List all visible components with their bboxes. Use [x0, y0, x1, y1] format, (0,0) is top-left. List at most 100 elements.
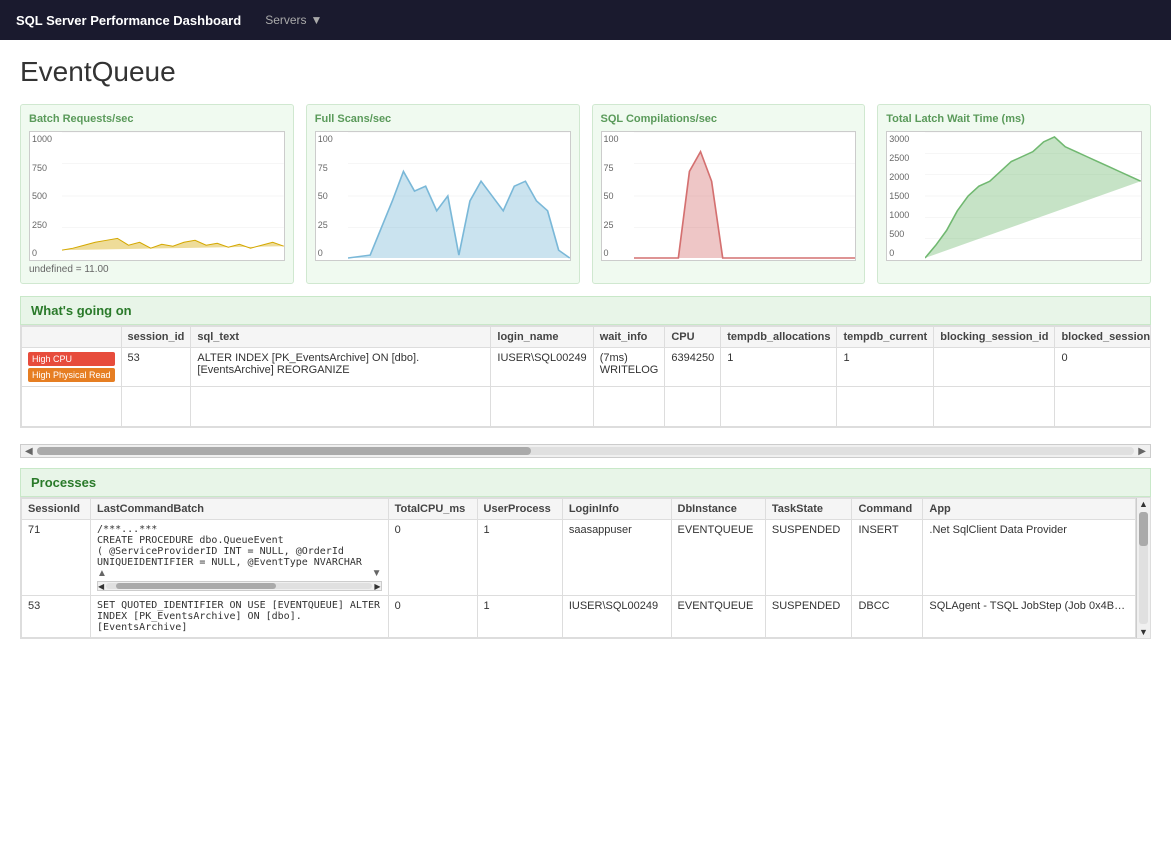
chart-svg-2: [348, 132, 570, 260]
inner-scroll-track: [106, 583, 372, 589]
table-empty-row: [22, 387, 1152, 427]
proc-col-dbinstance[interactable]: DbInstance: [671, 499, 765, 520]
col-header-tempdb-alloc[interactable]: tempdb_allocations: [721, 327, 837, 348]
chart-batch-area: 1000 750 500 250 0: [29, 131, 285, 261]
proc-col-taskstate[interactable]: TaskState: [765, 499, 852, 520]
proc-col-session[interactable]: SessionId: [22, 499, 91, 520]
proc-row1-session: 71: [22, 520, 91, 596]
whats-going-on-table-wrapper[interactable]: session_id sql_text login_name wait_info…: [20, 325, 1151, 428]
page-title: EventQueue: [20, 56, 1151, 88]
proc-col-login[interactable]: LoginInfo: [562, 499, 671, 520]
inner-scroll-thumb: [116, 583, 276, 589]
chart-sqlcomp-title: SQL Compilations/sec: [601, 113, 857, 125]
chart-latch-title: Total Latch Wait Time (ms): [886, 113, 1142, 125]
row-tempdb-current: 1: [837, 348, 934, 387]
proc-row1-db: EVENTQUEUE: [671, 520, 765, 596]
col-header-tempdb-current[interactable]: tempdb_current: [837, 327, 934, 348]
chevron-down-icon: ▼: [311, 13, 323, 27]
main-content: EventQueue Batch Requests/sec 1000 750 5…: [0, 40, 1171, 846]
row-badges: High CPU High Physical Read: [22, 348, 122, 387]
proc-row1-cmd: /***...*** CREATE PROCEDURE dbo.QueueEve…: [91, 520, 389, 596]
inner-scroll-bar[interactable]: ◀ ▶: [97, 581, 382, 591]
processes-row-1: 71 /***...*** CREATE PROCEDURE dbo.Queue…: [22, 520, 1136, 596]
proc-row2-app: SQLAgent - TSQL JobStep (Job 0x4BD071C2D…: [923, 596, 1136, 638]
app-title: SQL Server Performance Dashboard: [16, 13, 241, 28]
row-cpu: 6394250: [665, 348, 721, 387]
vscroll-track: [1139, 512, 1148, 624]
high-cpu-badge: High CPU: [28, 352, 115, 366]
down-arrow[interactable]: ▼: [372, 568, 382, 579]
chart-y-labels-3: 100 75 50 25 0: [602, 132, 634, 260]
proc-row2-cpu: 0: [388, 596, 477, 638]
processes-header: Processes: [20, 468, 1151, 497]
scroll-up-arrow[interactable]: ▲: [1137, 498, 1150, 510]
chart-fullscans-area: 100 75 50 25 0: [315, 131, 571, 261]
inner-scroll-left[interactable]: ◀: [98, 582, 104, 591]
servers-dropdown[interactable]: Servers ▼: [265, 13, 322, 27]
chart-latch-wait: Total Latch Wait Time (ms) 3000 2500 200…: [877, 104, 1151, 284]
proc-row2-taskstate: SUSPENDED: [765, 596, 852, 638]
scroll-down-arrow[interactable]: ▼: [1137, 626, 1150, 638]
row-session-id: 53: [121, 348, 191, 387]
proc-row1-taskstate: SUSPENDED: [765, 520, 852, 596]
processes-section: Processes ▲ ▼ SessionId LastCommandBatch…: [20, 468, 1151, 639]
proc-row2-db: EVENTQUEUE: [671, 596, 765, 638]
scroll-left-arrow[interactable]: ◀: [21, 446, 37, 457]
row-blocked: 0: [1055, 348, 1151, 387]
proc-col-userproc[interactable]: UserProcess: [477, 499, 562, 520]
col-header-wait-info[interactable]: wait_info: [593, 327, 665, 348]
proc-row1-login: saasappuser: [562, 520, 671, 596]
col-header-badge: [22, 327, 122, 348]
chart-batch-title: Batch Requests/sec: [29, 113, 285, 125]
high-physical-badge: High Physical Read: [28, 368, 115, 382]
proc-col-last-cmd[interactable]: LastCommandBatch: [91, 499, 389, 520]
row-login-name: IUSER\SQL00249: [491, 348, 593, 387]
processes-table: SessionId LastCommandBatch TotalCPU_ms U…: [21, 498, 1136, 638]
col-header-sql-text[interactable]: sql_text: [191, 327, 491, 348]
processes-header-row: SessionId LastCommandBatch TotalCPU_ms U…: [22, 499, 1136, 520]
proc-cmd-text: /***...*** CREATE PROCEDURE dbo.QueueEve…: [97, 524, 382, 568]
inner-scroll-right[interactable]: ▶: [374, 582, 380, 591]
chart-y-labels-4: 3000 2500 2000 1500 1000 500 0: [887, 132, 925, 260]
proc-row1-command: INSERT: [852, 520, 923, 596]
proc-row1-cpu: 0: [388, 520, 477, 596]
chart-fullscans-title: Full Scans/sec: [315, 113, 571, 125]
col-header-blocking[interactable]: blocking_session_id: [934, 327, 1055, 348]
chart-y-labels-2: 100 75 50 25 0: [316, 132, 348, 260]
vertical-scrollbar[interactable]: ▲ ▼: [1136, 498, 1150, 638]
table-header-row: session_id sql_text login_name wait_info…: [22, 327, 1152, 348]
proc-col-app[interactable]: App: [923, 499, 1136, 520]
col-header-session-id[interactable]: session_id: [121, 327, 191, 348]
up-arrow[interactable]: ▲: [97, 568, 107, 579]
processes-row-2: 53 SET QUOTED_IDENTIFIER ON USE [EVENTQU…: [22, 596, 1136, 638]
proc-row2-cmd: SET QUOTED_IDENTIFIER ON USE [EVENTQUEUE…: [91, 596, 389, 638]
whats-going-on-table: session_id sql_text login_name wait_info…: [21, 326, 1151, 427]
row-wait-info: (7ms) WRITELOG: [593, 348, 665, 387]
horizontal-scrollbar[interactable]: ◀ ▶: [20, 444, 1151, 458]
col-header-login-name[interactable]: login_name: [491, 327, 593, 348]
proc-col-cpu[interactable]: TotalCPU_ms: [388, 499, 477, 520]
chart-full-scans: Full Scans/sec 100 75 50 25 0: [306, 104, 580, 284]
chart-sqlcomp-area: 100 75 50 25 0: [601, 131, 857, 261]
processes-table-scroll-area: SessionId LastCommandBatch TotalCPU_ms U…: [21, 498, 1136, 638]
chart-svg-3: [634, 132, 856, 260]
whats-going-on-header: What's going on: [20, 296, 1151, 325]
col-header-blocked[interactable]: blocked_session_c: [1055, 327, 1151, 348]
proc-row2-cmd-text: SET QUOTED_IDENTIFIER ON USE [EVENTQUEUE…: [97, 600, 382, 633]
vscroll-thumb: [1139, 512, 1148, 546]
scroll-right-arrow[interactable]: ▶: [1134, 446, 1150, 457]
proc-row1-app: .Net SqlClient Data Provider: [923, 520, 1136, 596]
scroll-track: [37, 447, 1135, 455]
chart-svg: [62, 132, 284, 260]
proc-row1-userproc: 1: [477, 520, 562, 596]
proc-cmd-arrows: ▲ ▼: [97, 568, 382, 579]
navbar: SQL Server Performance Dashboard Servers…: [0, 0, 1171, 40]
chart-latch-area: 3000 2500 2000 1500 1000 500 0: [886, 131, 1142, 261]
proc-col-command[interactable]: Command: [852, 499, 923, 520]
row-tempdb-alloc: 1: [721, 348, 837, 387]
proc-row2-login: IUSER\SQL00249: [562, 596, 671, 638]
chart-svg-4: [925, 132, 1141, 260]
processes-table-wrapper[interactable]: ▲ ▼ SessionId LastCommandBatch TotalCPU_…: [20, 497, 1151, 639]
col-header-cpu[interactable]: CPU: [665, 327, 721, 348]
chart-y-labels: 1000 750 500 250 0: [30, 132, 62, 260]
